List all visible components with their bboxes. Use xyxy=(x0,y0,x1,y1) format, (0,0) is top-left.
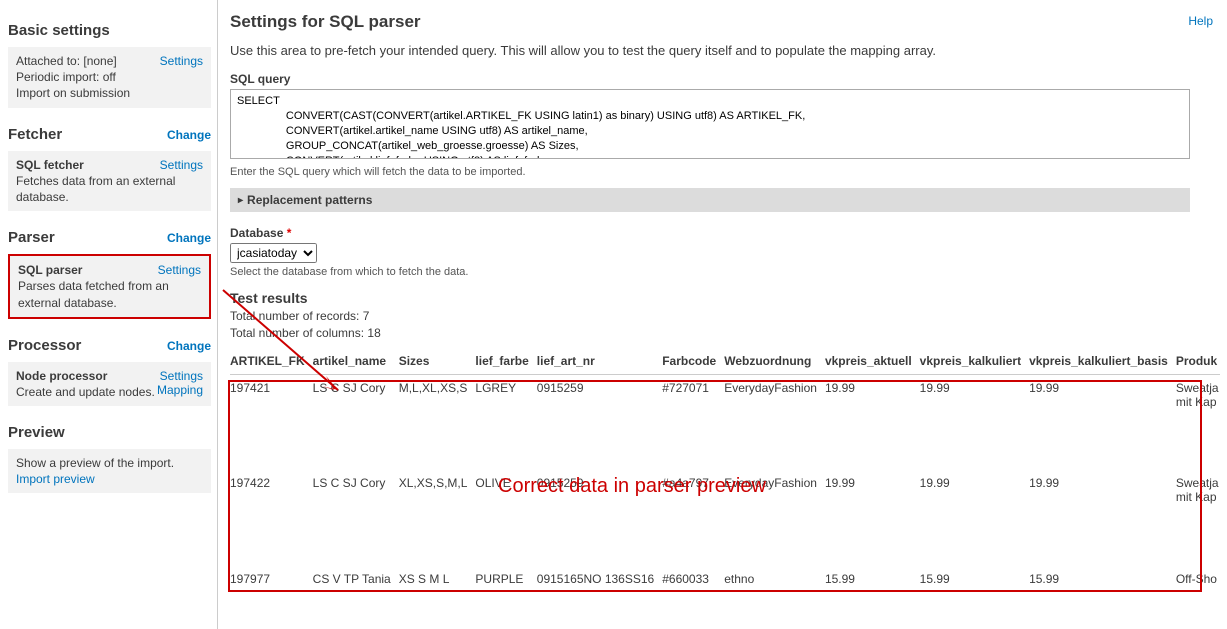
database-hint: Select the database from which to fetch … xyxy=(230,266,1223,278)
sql-query-textarea[interactable] xyxy=(230,89,1190,159)
column-header: ARTIKEL_FK xyxy=(230,348,313,375)
basic-settings-link[interactable]: Settings xyxy=(160,53,203,69)
column-header: vkpreis_kalkuliert_basis xyxy=(1029,348,1176,375)
fetcher-settings-link[interactable]: Settings xyxy=(160,157,203,173)
column-header: vkpreis_aktuell xyxy=(825,348,920,375)
table-row: 197421LS C SJ CoryM,L,XL,XS,SLGREY091525… xyxy=(230,374,1220,470)
replacement-patterns-toggle[interactable]: ▸ Replacement patterns xyxy=(230,188,1190,212)
column-header: Sizes xyxy=(399,348,476,375)
column-header: artikel_name xyxy=(313,348,399,375)
preview-card: Show a preview of the import. Import pre… xyxy=(8,449,211,493)
column-header: Webzuordnung xyxy=(724,348,825,375)
main-content: Help Settings for SQL parser Use this ar… xyxy=(218,0,1227,629)
processor-change-link[interactable]: Change xyxy=(167,339,211,353)
processor-card: Settings Mapping Node processor Create a… xyxy=(8,362,211,406)
parser-change-link[interactable]: Change xyxy=(167,231,211,245)
basic-settings-heading: Basic settings xyxy=(8,22,211,39)
processor-heading: Change Processor xyxy=(8,337,211,354)
sql-query-hint: Enter the SQL query which will fetch the… xyxy=(230,166,1223,178)
parser-settings-link[interactable]: Settings xyxy=(158,262,201,278)
preview-heading: Preview xyxy=(8,424,211,441)
table-row: 197422LS C SJ CoryXL,XS,S,M,LOLIVE091525… xyxy=(230,470,1220,566)
parser-heading: Change Parser xyxy=(8,229,211,246)
fetcher-change-link[interactable]: Change xyxy=(167,128,211,142)
chevron-right-icon: ▸ xyxy=(238,195,243,206)
intro-text: Use this area to pre-fetch your intended… xyxy=(230,42,1223,60)
database-select[interactable]: jcasiatoday xyxy=(230,243,317,263)
table-row: 197977CS V TP TaniaXS S M LPURPLE0915165… xyxy=(230,566,1220,592)
column-header: lief_art_nr xyxy=(537,348,662,375)
basic-settings-card: Settings Attached to: [none] Periodic im… xyxy=(8,47,211,108)
sql-query-label: SQL query xyxy=(230,72,1223,86)
columns-count: Total number of columns: 18 xyxy=(230,325,1223,342)
database-label: Database xyxy=(230,226,1223,240)
records-count: Total number of records: 7 xyxy=(230,308,1223,325)
parser-card: Settings SQL parser Parses data fetched … xyxy=(8,254,211,319)
column-header: vkpreis_kalkuliert xyxy=(920,348,1029,375)
column-header: lief_farbe xyxy=(475,348,536,375)
processor-mapping-link[interactable]: Mapping xyxy=(157,382,203,398)
fetcher-card: Settings SQL fetcher Fetches data from a… xyxy=(8,151,211,212)
column-header: Produk xyxy=(1176,348,1220,375)
results-table: ARTIKEL_FKartikel_nameSizeslief_farbelie… xyxy=(230,348,1220,593)
sidebar: Basic settings Settings Attached to: [no… xyxy=(0,0,218,629)
import-preview-link[interactable]: Import preview xyxy=(16,472,95,486)
page-title: Settings for SQL parser xyxy=(230,12,1223,32)
column-header: Farbcode xyxy=(662,348,724,375)
help-link[interactable]: Help xyxy=(1188,14,1213,28)
fetcher-heading: Change Fetcher xyxy=(8,126,211,143)
test-results-heading: Test results xyxy=(230,290,1223,306)
